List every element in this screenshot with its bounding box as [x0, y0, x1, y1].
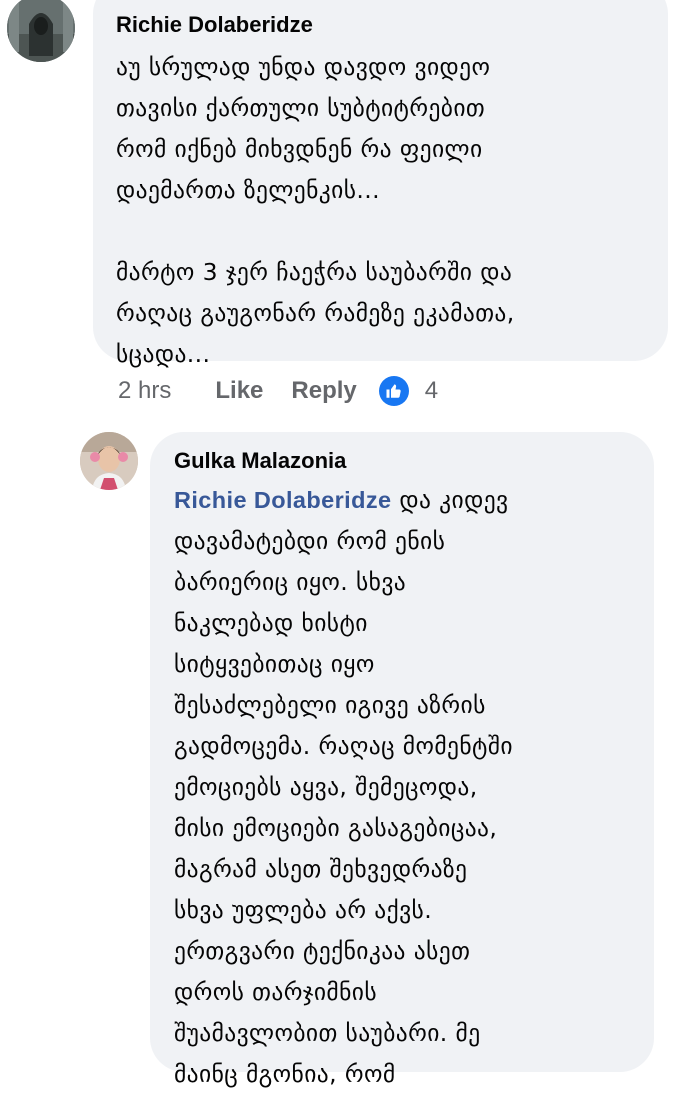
- comment-avatar-richie[interactable]: [7, 0, 75, 62]
- reaction-count[interactable]: 4: [425, 377, 438, 405]
- reply-bubble: Gulka Malazonia Richie Dolaberidze და კი…: [150, 432, 654, 1088]
- comment-meta: 2 hrs Like Reply 4: [118, 372, 438, 410]
- comment-time[interactable]: 2 hrs: [118, 377, 171, 405]
- reply-button[interactable]: Reply: [291, 377, 356, 405]
- comment-author[interactable]: Richie Dolaberidze: [116, 12, 648, 38]
- reply-author[interactable]: Gulka Malazonia: [174, 448, 634, 474]
- reply-avatar-gulka[interactable]: [80, 432, 138, 490]
- comment-text: აუ სრულად უნდა დავდო ვიდეო თავისი ქართულ…: [116, 53, 515, 368]
- comment-bubble: Richie Dolaberidze აუ სრულად უნდა დავდო …: [93, 0, 668, 368]
- like-button[interactable]: Like: [215, 377, 263, 405]
- mention-link[interactable]: Richie Dolaberidze: [174, 487, 391, 513]
- thumbs-up-icon[interactable]: [378, 376, 409, 406]
- reply-text: Richie Dolaberidze და კიდევ დავამატებდი …: [174, 480, 634, 1095]
- reply-body: და კიდევ დავამატებდი რომ ენის ბარიერიც ი…: [174, 486, 513, 1088]
